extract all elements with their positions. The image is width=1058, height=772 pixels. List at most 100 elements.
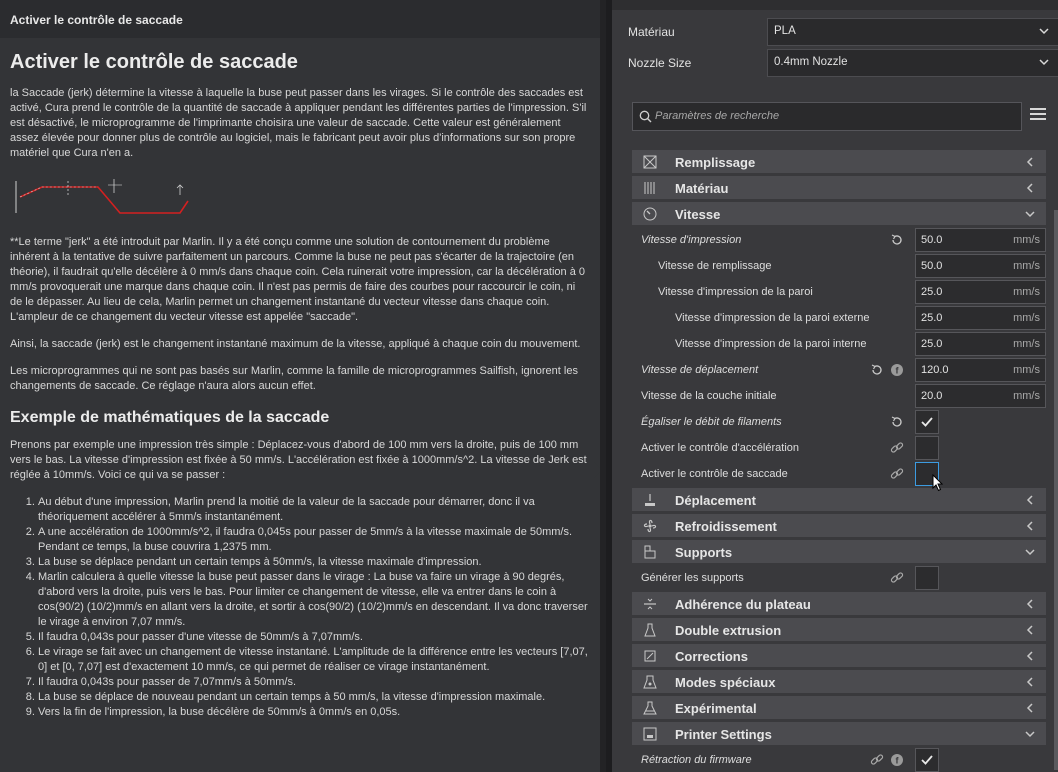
tooltip-panel: Activer le contrôle de saccade Activer l… — [0, 0, 600, 772]
category-material[interactable]: Matériau — [632, 176, 1046, 199]
category-infill[interactable]: Remplissage — [632, 150, 1046, 173]
tooltip-step: Le virage se fait avec un changement de … — [38, 645, 590, 675]
tooltip-step: La buse se déplace pendant un certain te… — [38, 555, 590, 570]
category-label: Double extrusion — [675, 623, 782, 638]
setting-label: Vitesse d'impression de la paroi interne — [675, 338, 867, 350]
category-fixes[interactable]: Corrections — [632, 644, 1046, 667]
chevron-left-icon — [1026, 157, 1033, 167]
setting-jerk-control: Activer le contrôle de saccade — [632, 462, 1046, 488]
category-adhesion[interactable]: Adhérence du plateau — [632, 592, 1046, 615]
category-label: Remplissage — [675, 155, 756, 170]
category-label: Déplacement — [675, 493, 756, 508]
tooltip-paragraph: Ainsi, la saccade (jerk) est le changeme… — [10, 338, 581, 350]
category-printer-settings[interactable]: Printer Settings — [632, 722, 1046, 745]
jerk-diagram — [15, 179, 189, 214]
setting-label: Vitesse d'impression — [641, 234, 742, 246]
tooltip-paragraph: la Saccade (jerk) détermine la vitesse à… — [10, 87, 587, 159]
category-label: Supports — [675, 545, 733, 560]
setting-outer-wall-speed: Vitesse d'impression de la paroi externe… — [632, 306, 1046, 332]
chevron-down-icon — [1025, 731, 1035, 738]
chevron-left-icon — [1026, 651, 1033, 661]
nozzle-label: Nozzle Size — [628, 56, 692, 70]
tooltip-heading: Activer le contrôle de saccade — [10, 51, 298, 73]
tooltip-step: Au début d'une impression, Marlin prend … — [38, 495, 590, 525]
tooltip-step: Marlin calculera à quelle vitesse la bus… — [38, 570, 590, 630]
link-icon[interactable] — [890, 441, 904, 455]
category-label: Adhérence du plateau — [675, 597, 811, 612]
setting-label: Vitesse de déplacement — [641, 364, 759, 376]
category-support[interactable]: Supports — [632, 540, 1046, 563]
inner-wall-speed-input[interactable]: 25.0 mm/s — [915, 332, 1046, 356]
chevron-down-icon — [1039, 28, 1049, 35]
info-icon[interactable]: f — [890, 363, 904, 377]
outer-wall-speed-input[interactable]: 25.0 mm/s — [915, 306, 1046, 330]
checkmark-icon — [921, 417, 933, 427]
print-settings-panel: Matériau PLA Nozzle Size 0.4mm Nozzle Pa… — [612, 0, 1058, 772]
material-icon — [644, 182, 655, 194]
setting-travel-speed: Vitesse de déplacement f 120.0 mm/s — [632, 358, 1046, 384]
material-select[interactable]: PLA — [767, 18, 1058, 46]
info-icon[interactable]: f — [890, 753, 904, 767]
category-speed[interactable]: Vitesse — [632, 202, 1046, 225]
search-icon — [639, 110, 652, 123]
settings-search-input[interactable]: Paramètres de recherche — [632, 102, 1022, 131]
tooltip-steps-list: Au début d'une impression, Marlin prend … — [38, 495, 590, 720]
chevron-down-icon — [1025, 211, 1035, 218]
chevron-left-icon — [1026, 703, 1033, 713]
category-cooling[interactable]: Refroidissement — [632, 514, 1046, 537]
support-icon — [644, 545, 656, 559]
category-label: Expérimental — [675, 701, 757, 716]
setting-inner-wall-speed: Vitesse d'impression de la paroi interne… — [632, 332, 1046, 358]
reset-icon[interactable] — [890, 415, 904, 429]
initial-layer-speed-input[interactable]: 20.0 mm/s — [915, 384, 1046, 408]
nozzle-select[interactable]: 0.4mm Nozzle — [767, 49, 1058, 77]
equalize-flow-checkbox[interactable] — [915, 410, 939, 434]
link-icon[interactable] — [890, 467, 904, 481]
category-label: Refroidissement — [675, 519, 777, 534]
tooltip-step: A une accélération de 1000mm/s^2, il fau… — [38, 525, 590, 555]
checkmark-icon — [921, 755, 933, 765]
link-icon[interactable] — [890, 571, 904, 585]
dual-extrusion-icon — [644, 623, 656, 637]
reset-icon[interactable] — [890, 233, 904, 247]
travel-speed-input[interactable]: 120.0 mm/s — [915, 358, 1046, 382]
tooltip-paragraph: **Le terme "jerk" a été introduit par Ma… — [10, 236, 586, 323]
category-label: Vitesse — [675, 207, 721, 222]
category-label: Modes spéciaux — [675, 675, 776, 690]
special-modes-icon — [643, 675, 657, 689]
setting-print-speed: Vitesse d'impression 50.0 mm/s — [632, 228, 1046, 254]
wall-speed-input[interactable]: 25.0 mm/s — [915, 280, 1046, 304]
infill-speed-input[interactable]: 50.0 mm/s — [915, 254, 1046, 278]
acceleration-control-checkbox[interactable] — [915, 436, 939, 460]
setting-label: Vitesse de remplissage — [658, 260, 772, 272]
settings-menu-icon[interactable] — [1030, 108, 1046, 122]
setting-label: Vitesse d'impression de la paroi — [658, 286, 813, 298]
fan-icon — [643, 519, 657, 533]
settings-scrollbar[interactable] — [1054, 210, 1058, 770]
setting-acceleration-control: Activer le contrôle d'accélération — [632, 436, 1046, 462]
reset-icon[interactable] — [870, 363, 884, 377]
setting-label: Activer le contrôle d'accélération — [641, 442, 800, 454]
setting-label: Activer le contrôle de saccade — [641, 468, 788, 480]
fixes-icon — [644, 650, 656, 662]
generate-support-checkbox[interactable] — [915, 566, 939, 590]
infill-icon — [643, 155, 657, 169]
firmware-retraction-checkbox[interactable] — [915, 748, 939, 772]
category-travel[interactable]: Déplacement — [632, 488, 1046, 511]
chevron-down-icon — [1039, 59, 1049, 66]
chevron-left-icon — [1026, 521, 1033, 531]
travel-icon — [645, 494, 655, 506]
nozzle-value: 0.4mm Nozzle — [774, 56, 848, 68]
category-dual-extrusion[interactable]: Double extrusion — [632, 618, 1046, 641]
link-icon[interactable] — [870, 753, 884, 767]
panel-divider — [600, 0, 606, 772]
setting-label: Vitesse d'impression de la paroi externe — [675, 312, 870, 324]
tooltip-paragraph: Les microprogrammes qui ne sont pas basé… — [10, 365, 578, 392]
chevron-left-icon — [1026, 183, 1033, 193]
setting-label: Générer les supports — [641, 572, 744, 584]
category-experimental[interactable]: Expérimental — [632, 696, 1046, 719]
category-special-modes[interactable]: Modes spéciaux — [632, 670, 1046, 693]
print-speed-input[interactable]: 50.0 mm/s — [915, 228, 1046, 252]
setting-label: Rétraction du firmware — [641, 754, 752, 766]
adhesion-icon — [644, 598, 656, 610]
